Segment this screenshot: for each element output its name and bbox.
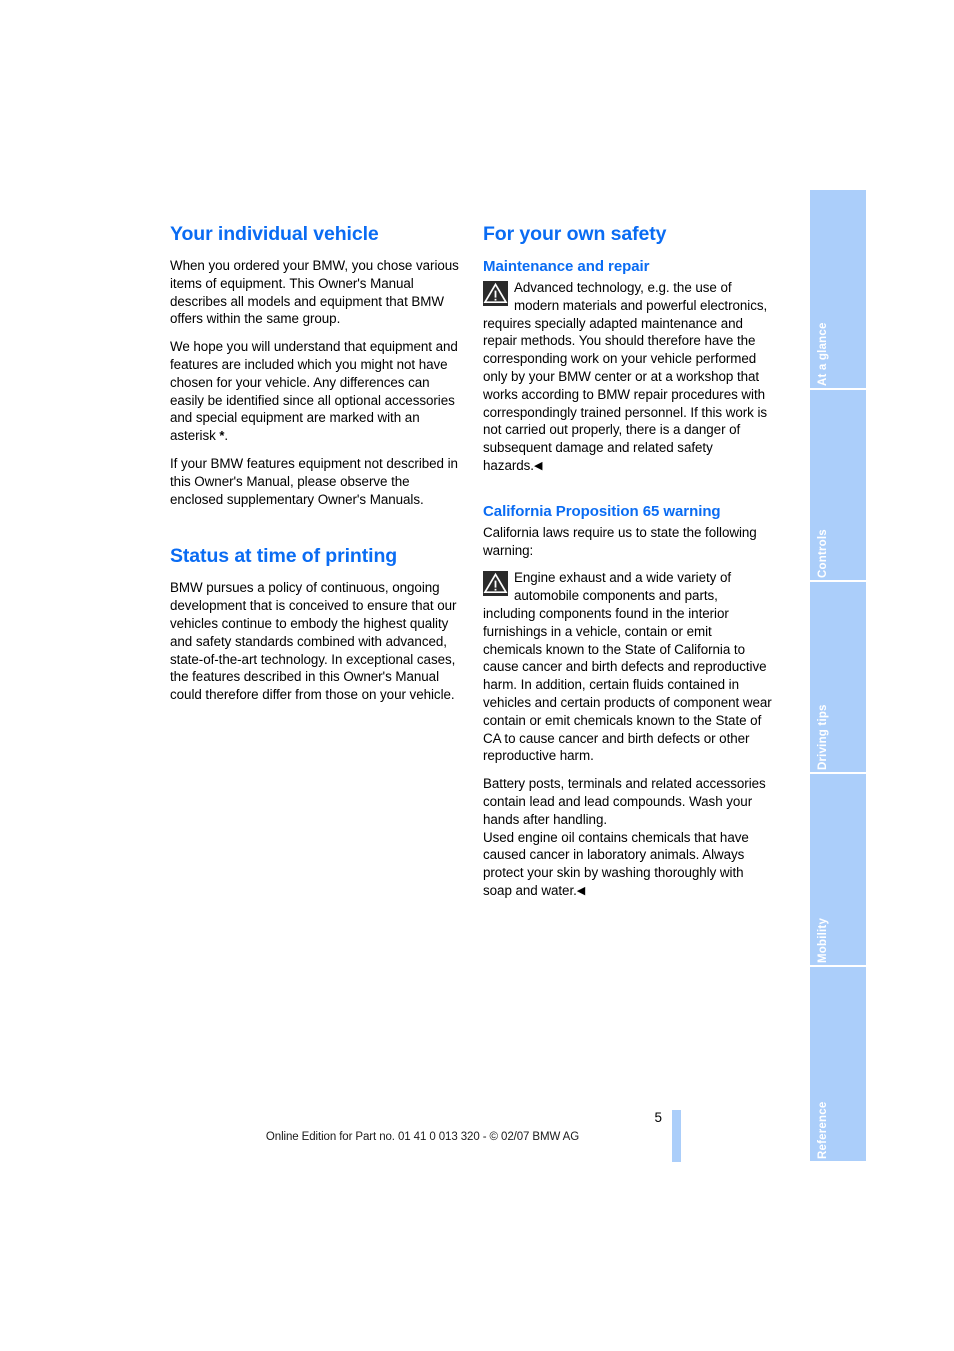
tab-mobility[interactable]: Mobility [810, 774, 866, 965]
paragraph-individual-vehicle-3: If your BMW features equipment not descr… [170, 455, 458, 507]
paragraph-california-intro: California laws require us to state the … [483, 524, 757, 558]
tab-label: Mobility [817, 917, 829, 963]
subheading-california-proposition-65: California Proposition 65 warning [483, 502, 721, 520]
tab-at-a-glance[interactable]: At a glance [810, 190, 866, 388]
tab-label: At a glance [817, 322, 829, 386]
subheading-maintenance-and-repair: Maintenance and repair [483, 258, 650, 275]
warning-text-proposition-65-part1: Engine exhaust and a wide variety of aut… [483, 570, 772, 764]
end-of-warning-marker: ◀ [576, 884, 586, 897]
paragraph-individual-vehicle-2-text: We hope you will understand that equipme… [170, 339, 458, 444]
warning-text-proposition-65-part3: Used engine oil contains chemicals that … [483, 829, 773, 901]
heading-status-at-time-of-printing: Status at time of printing [170, 545, 398, 568]
warning-block-maintenance: Advanced technology, e.g. the use of mod… [483, 279, 773, 476]
left-text-column: Your individual vehicle When you ordered… [170, 222, 462, 714]
right-text-column: For your own safety Maintenance and repa… [483, 222, 773, 911]
warning-text-maintenance-body: Advanced technology, e.g. the use of mod… [483, 280, 768, 473]
manual-page: Your individual vehicle When you ordered… [0, 0, 954, 1351]
heading-your-individual-vehicle: Your individual vehicle [170, 223, 379, 245]
tab-controls[interactable]: Controls [810, 390, 866, 580]
warning-triangle-icon [483, 281, 508, 306]
warning-block-proposition-65: Engine exhaust and a wide variety of aut… [483, 569, 773, 765]
warning-triangle-icon [483, 571, 508, 597]
page-number: 5 [654, 1110, 662, 1125]
section-tab-strip: At a glance Controls Driving tips Mobili… [810, 190, 866, 1161]
heading-for-your-own-safety: For your own safety [483, 223, 667, 245]
paragraph-individual-vehicle-1: When you ordered your BMW, you chose var… [170, 258, 459, 327]
warning-text-proposition-65-part3-body: Used engine oil contains chemicals that … [483, 829, 749, 898]
footer-edition-notice: Online Edition for Part no. 01 41 0 013 … [265, 1131, 580, 1143]
tab-label: Controls [817, 529, 829, 578]
end-of-warning-marker: ◀ [533, 459, 543, 472]
warning-text-maintenance: Advanced technology, e.g. the use of mod… [483, 279, 773, 476]
paragraph-individual-vehicle-2-tail: . [224, 428, 229, 444]
tab-label: Reference [817, 1101, 829, 1159]
tab-reference[interactable]: Reference [810, 967, 866, 1161]
paragraph-individual-vehicle-2: We hope you will understand that equipme… [170, 338, 462, 445]
paragraph-status-printing-1: BMW pursues a policy of continuous, ongo… [170, 580, 457, 703]
tab-label: Driving tips [817, 704, 829, 770]
tab-driving-tips[interactable]: Driving tips [810, 582, 866, 772]
warning-text-proposition-65-part2: Battery posts, terminals and related acc… [483, 776, 766, 827]
